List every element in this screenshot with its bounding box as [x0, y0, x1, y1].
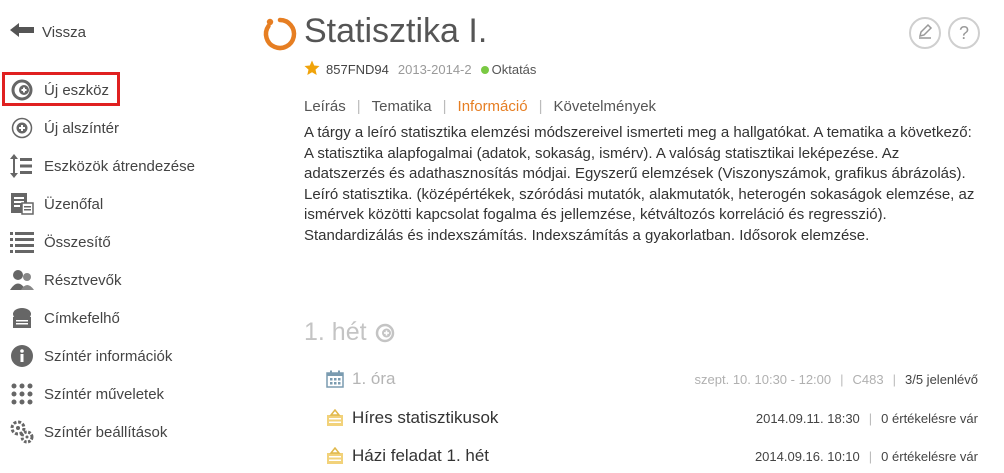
- message-board-icon: [10, 192, 34, 216]
- summary-list-icon: [10, 230, 34, 254]
- course-term: 2013-2014-2: [397, 62, 472, 77]
- star-icon[interactable]: [304, 60, 320, 79]
- assignment-meta: 2014.09.11. 18:30 | 0 értékelésre vár: [756, 411, 978, 426]
- sidebar-item-label: Résztvevők: [44, 271, 122, 289]
- session-title[interactable]: 1. óra: [352, 369, 395, 389]
- sidebar-item-reorder[interactable]: Eszközök átrendezése: [10, 153, 195, 179]
- separator: |: [868, 410, 873, 426]
- status-badge: Oktatás: [491, 62, 537, 77]
- add-circle-icon[interactable]: [375, 323, 395, 343]
- tag-cloud-icon: [10, 306, 34, 330]
- session-meta: szept. 10. 10:30 - 12:00 | C483 | 3/5 je…: [695, 372, 978, 387]
- separator: |: [868, 448, 873, 464]
- sidebar-item-label: Színtér információk: [44, 347, 173, 365]
- list-item[interactable]: 1. óra szept. 10. 10:30 - 12:00 | C483 |…: [326, 369, 978, 389]
- sidebar-item-summary[interactable]: Összesítő: [10, 229, 111, 255]
- week-header: 1. hét: [304, 318, 395, 347]
- tab-information[interactable]: Információ: [458, 98, 528, 115]
- participants-icon: [10, 268, 34, 292]
- sidebar-item-space-info[interactable]: Színtér információk: [10, 343, 172, 369]
- info-icon: [10, 344, 34, 368]
- tab-bar: Leírás | Tematika | Információ | Követel…: [304, 98, 656, 115]
- sidebar-item-label: Színtér műveletek: [44, 385, 165, 403]
- list-item[interactable]: Házi feladat 1. hét 2014.09.16. 10:10 | …: [326, 446, 978, 466]
- separator: |: [840, 371, 844, 387]
- tab-separator: |: [356, 98, 361, 115]
- sidebar-item-message-board[interactable]: Üzenőfal: [10, 191, 103, 217]
- question-icon: ?: [958, 22, 969, 43]
- assignment-date: 2014.09.11. 18:30: [755, 410, 860, 426]
- logo-icon: [262, 16, 298, 52]
- sidebar-item-label: Összesítő: [44, 233, 111, 251]
- calendar-icon: [326, 370, 344, 388]
- tab-separator: |: [538, 98, 543, 115]
- sidebar-item-participants[interactable]: Résztvevők: [10, 267, 122, 293]
- tab-topics[interactable]: Tematika: [372, 98, 432, 115]
- assignment-icon: [326, 447, 344, 465]
- assignment-meta: 2014.09.16. 10:10 | 0 értékelésre vár: [755, 449, 978, 464]
- add-circle-icon: [10, 78, 34, 102]
- back-button[interactable]: Vissza: [10, 20, 86, 44]
- sidebar-item-label: Új eszköz: [44, 81, 110, 99]
- assignment-title[interactable]: Házi feladat 1. hét: [352, 446, 489, 466]
- page: Vissza Új eszköz Új alszíntér Eszközök á…: [0, 0, 1004, 473]
- course-description: A tárgy a leíró statisztika elemzési mód…: [304, 124, 975, 244]
- status-dot-icon: [480, 65, 489, 74]
- session-room: C483: [852, 371, 884, 387]
- assignment-status: 0 értékelésre vár: [881, 448, 978, 464]
- sidebar-item-label: Eszközök átrendezése: [44, 157, 195, 175]
- add-circle-outline-icon: [10, 116, 34, 140]
- sidebar-item-label: Üzenőfal: [44, 195, 104, 213]
- edit-button[interactable]: [909, 17, 941, 49]
- assignment-date: 2014.09.16. 10:10: [754, 448, 860, 464]
- sidebar-item-space-operations[interactable]: Színtér műveletek: [10, 381, 164, 407]
- sidebar-item-new-subspace[interactable]: Új alszíntér: [10, 115, 119, 141]
- course-meta: 857FND94 2013-2014-2 Oktatás: [304, 60, 536, 79]
- sidebar: Vissza Új eszköz Új alszíntér Eszközök á…: [0, 0, 240, 473]
- pencil-icon: [917, 23, 933, 44]
- sidebar-item-tag-cloud[interactable]: Címkefelhő: [10, 305, 120, 331]
- assignment-icon: [326, 409, 344, 427]
- settings-icon: [10, 420, 34, 444]
- separator: |: [892, 371, 896, 387]
- assignment-title[interactable]: Híres statisztikusok: [352, 408, 498, 428]
- week-label: 1. hét: [304, 318, 367, 346]
- help-button[interactable]: ?: [948, 17, 980, 49]
- sidebar-item-new-tool[interactable]: Új eszköz: [10, 77, 109, 103]
- sidebar-item-label: Színtér beállítások: [44, 423, 168, 441]
- sidebar-item-label: Címkefelhő: [44, 309, 120, 327]
- sidebar-item-space-settings[interactable]: Színtér beállítások: [10, 419, 167, 445]
- tab-separator: |: [442, 98, 447, 115]
- back-label: Vissza: [42, 23, 86, 41]
- sidebar-item-label: Új alszíntér: [44, 119, 120, 137]
- operations-icon: [10, 382, 34, 406]
- arrow-left-icon: [10, 22, 34, 43]
- page-title: Statisztika I.: [304, 12, 488, 50]
- course-code: 857FND94: [326, 62, 389, 77]
- attendance-count[interactable]: 3/5 jelenlévő: [905, 372, 978, 387]
- reorder-icon: [10, 154, 34, 178]
- tab-requirements[interactable]: Követelmények: [553, 98, 656, 115]
- session-time: szept. 10. 10:30 - 12:00: [694, 371, 832, 387]
- assignment-status: 0 értékelésre vár: [881, 410, 978, 426]
- tab-description[interactable]: Leírás: [304, 98, 346, 115]
- list-item[interactable]: Híres statisztikusok 2014.09.11. 18:30 |…: [326, 408, 978, 428]
